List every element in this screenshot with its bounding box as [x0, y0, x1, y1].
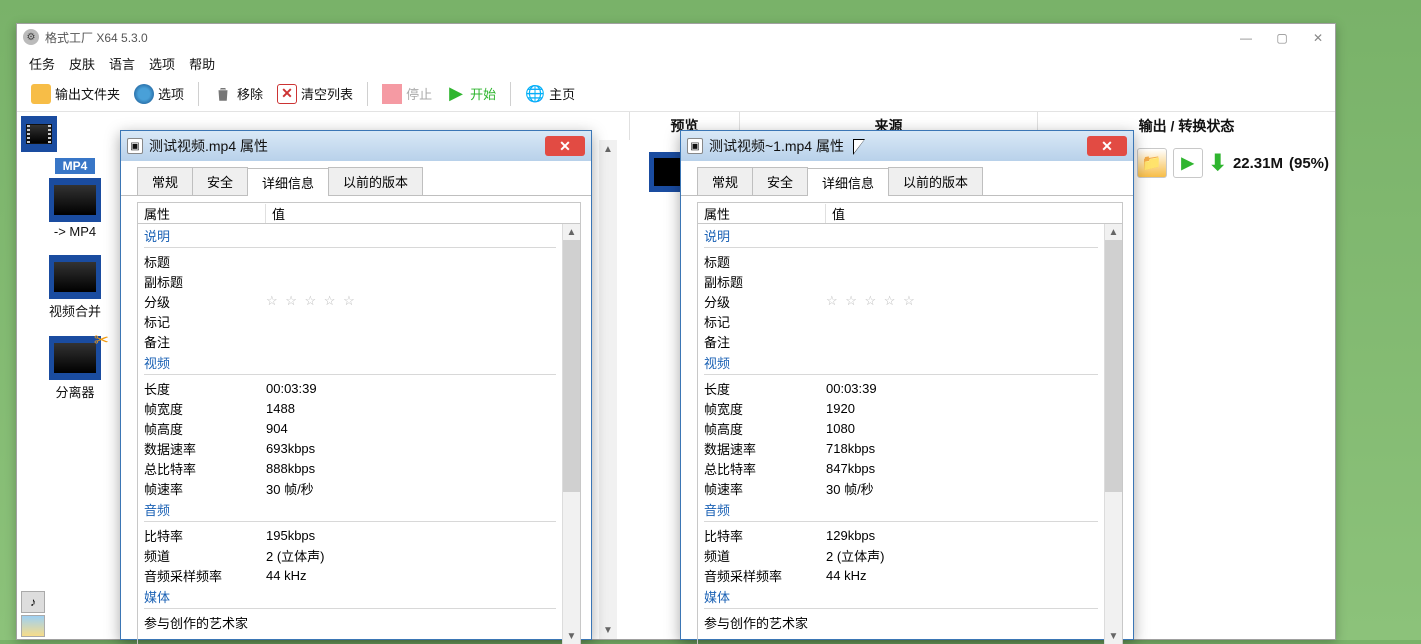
- video-category-icon[interactable]: [21, 116, 57, 152]
- rating-stars[interactable]: ☆ ☆ ☆ ☆ ☆: [266, 293, 562, 309]
- output-folder-button[interactable]: 输出文件夹: [27, 82, 124, 106]
- tab-general[interactable]: 常规: [137, 167, 193, 195]
- tab-security[interactable]: 安全: [192, 167, 248, 195]
- clear-icon: ✕: [277, 84, 297, 104]
- col-attr[interactable]: 属性: [698, 204, 826, 223]
- toolbar: 输出文件夹 选项 移除 ✕清空列表 停止 ▶开始 🌐主页: [17, 76, 1335, 112]
- task-status: i 📁 ▶ ⬇ 22.31M (95%): [1101, 148, 1330, 178]
- menu-skin[interactable]: 皮肤: [69, 54, 95, 73]
- file-icon: ▣: [127, 138, 143, 154]
- sidebar-item-splitter[interactable]: 分离器: [17, 330, 133, 411]
- image-mini-icon[interactable]: [21, 615, 45, 637]
- details-list: ▲▼ 说明 标题 副标题 分级☆ ☆ ☆ ☆ ☆ 标记 备注 视频 长度00:0…: [697, 224, 1123, 644]
- sidebar: MP4 -> MP4 视频合并 分离器: [17, 112, 133, 639]
- file-icon: ▣: [687, 138, 703, 154]
- options-button[interactable]: 选项: [130, 82, 188, 106]
- main-scrollbar[interactable]: ▲▼: [599, 140, 617, 639]
- home-button[interactable]: 🌐主页: [521, 82, 579, 106]
- window-title: 格式工厂 X64 5.3.0: [45, 29, 148, 46]
- gear-icon: [134, 84, 154, 104]
- menu-options[interactable]: 选项: [149, 54, 175, 73]
- download-icon: ⬇: [1209, 150, 1227, 176]
- cursor-icon: [853, 139, 869, 159]
- folder-icon: [31, 84, 51, 104]
- dialog-titlebar[interactable]: ▣ 测试视频.mp4 属性 ✕: [121, 131, 591, 161]
- percent-label: (95%): [1289, 155, 1329, 172]
- menu-bar: 任务 皮肤 语言 选项 帮助: [17, 50, 1335, 76]
- dialog-title: 测试视频~1.mp4 属性: [709, 136, 844, 156]
- menu-help[interactable]: 帮助: [189, 54, 215, 73]
- sidebar-item-mp4[interactable]: MP4 -> MP4: [17, 152, 133, 249]
- tab-security[interactable]: 安全: [752, 167, 808, 195]
- tab-previous[interactable]: 以前的版本: [328, 167, 423, 195]
- start-button[interactable]: ▶开始: [442, 82, 500, 106]
- open-folder-button[interactable]: 📁: [1137, 148, 1167, 178]
- dialog-title: 测试视频.mp4 属性: [149, 136, 268, 156]
- properties-dialog-1: ▣ 测试视频.mp4 属性 ✕ 常规 安全 详细信息 以前的版本 属性 值 ▲▼…: [120, 130, 592, 640]
- trash-icon: [213, 84, 233, 104]
- stop-button[interactable]: 停止: [378, 82, 436, 106]
- scrollbar[interactable]: ▲▼: [1104, 224, 1122, 644]
- size-label: 22.31M: [1233, 155, 1283, 172]
- menu-lang[interactable]: 语言: [109, 54, 135, 73]
- mp4-badge: MP4: [55, 158, 96, 174]
- stop-icon: [382, 84, 402, 104]
- bottom-mini-icons: ♪: [21, 591, 45, 637]
- audio-mini-icon[interactable]: ♪: [21, 591, 45, 613]
- sidebar-item-merge[interactable]: 视频合并: [17, 249, 133, 330]
- app-icon: ⚙: [23, 29, 39, 45]
- dialog-titlebar[interactable]: ▣ 测试视频~1.mp4 属性 ✕: [681, 131, 1133, 161]
- play-icon: ▶: [446, 84, 466, 104]
- col-val[interactable]: 值: [266, 204, 285, 223]
- tab-details[interactable]: 详细信息: [247, 168, 329, 196]
- play-button[interactable]: ▶: [1173, 148, 1203, 178]
- properties-dialog-2: ▣ 测试视频~1.mp4 属性 ✕ 常规 安全 详细信息 以前的版本 属性 值 …: [680, 130, 1134, 640]
- close-icon[interactable]: ✕: [545, 136, 585, 156]
- scrollbar[interactable]: ▲▼: [562, 224, 580, 644]
- menu-task[interactable]: 任务: [29, 54, 55, 73]
- tab-general[interactable]: 常规: [697, 167, 753, 195]
- close-button[interactable]: ✕: [1305, 28, 1331, 48]
- maximize-button[interactable]: ▢: [1269, 28, 1295, 48]
- tab-previous[interactable]: 以前的版本: [888, 167, 983, 195]
- clear-button[interactable]: ✕清空列表: [273, 82, 357, 106]
- close-icon[interactable]: ✕: [1087, 136, 1127, 156]
- tab-details[interactable]: 详细信息: [807, 168, 889, 196]
- col-attr[interactable]: 属性: [138, 204, 266, 223]
- details-list: ▲▼ 说明 标题 副标题 分级☆ ☆ ☆ ☆ ☆ 标记 备注 视频 长度00:0…: [137, 224, 581, 644]
- rating-stars[interactable]: ☆ ☆ ☆ ☆ ☆: [826, 293, 1104, 309]
- remove-button[interactable]: 移除: [209, 82, 267, 106]
- titlebar: ⚙ 格式工厂 X64 5.3.0 — ▢ ✕: [17, 24, 1335, 50]
- col-val[interactable]: 值: [826, 204, 845, 223]
- minimize-button[interactable]: —: [1233, 28, 1259, 48]
- globe-icon: 🌐: [525, 84, 545, 104]
